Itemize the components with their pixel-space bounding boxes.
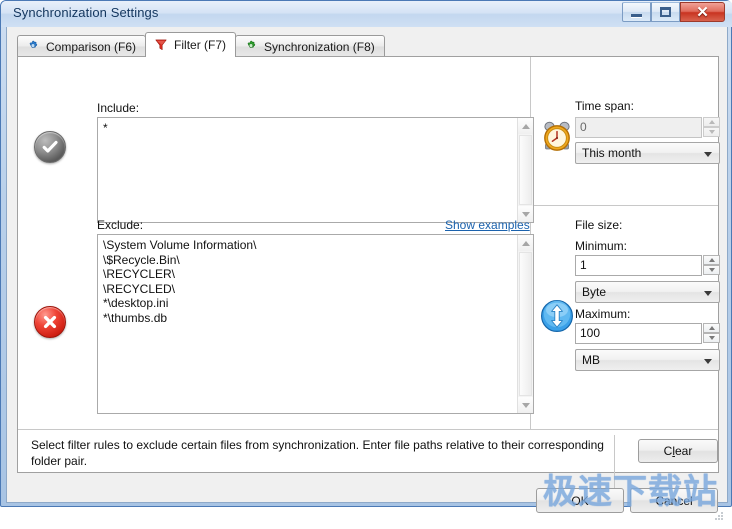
filesize-minimum-spin-up-icon[interactable]	[703, 255, 720, 265]
ok-button[interactable]: OK	[536, 488, 624, 513]
green-gear-icon	[243, 39, 259, 55]
alarm-clock-icon	[540, 119, 574, 153]
include-value: *	[103, 121, 108, 135]
tab-comparison[interactable]: Comparison (F6)	[17, 35, 147, 57]
timespan-label: Time span:	[575, 99, 634, 113]
chevron-down-icon	[704, 291, 712, 296]
timespan-spin-up-icon[interactable]	[703, 117, 720, 127]
exclude-value: \System Volume Information\ \$Recycle.Bi…	[103, 238, 257, 325]
filter-panel: Include: * Exclude: Show examples \Syste…	[17, 56, 720, 495]
timespan-unit-value: This month	[582, 146, 642, 160]
clear-button[interactable]: Cl ear	[638, 439, 718, 463]
dialog-button-bar: OK Cancel	[12, 477, 732, 529]
include-scroll-thumb[interactable]	[519, 135, 532, 205]
filesize-maximum-spin-up-icon[interactable]	[703, 323, 720, 333]
dialog-window: Synchronization Settings ✕ Comparison (F…	[0, 0, 732, 520]
blue-gear-icon	[25, 39, 41, 55]
red-funnel-icon	[153, 37, 169, 53]
include-textarea[interactable]: *	[97, 117, 534, 223]
tab-filter-label: Filter (F7)	[174, 38, 227, 52]
dialog-client-area: Comparison (F6) Filter (F7) Synchronizat…	[6, 27, 728, 520]
tab-synchronization-label: Synchronization (F8)	[264, 39, 375, 54]
title-bar[interactable]: Synchronization Settings ✕	[1, 1, 732, 27]
exclude-label: Exclude:	[97, 218, 144, 232]
tab-synchronization[interactable]: Synchronization (F8)	[235, 35, 385, 57]
chevron-down-icon	[704, 152, 712, 157]
timespan-value[interactable]: 0	[575, 117, 702, 138]
filesize-minimum-spinner-arrows[interactable]	[703, 255, 720, 276]
show-examples-link[interactable]: Show examples	[445, 218, 530, 232]
blue-updown-arrow-icon	[540, 299, 574, 333]
filesize-minimum-unit-value: Byte	[582, 285, 607, 299]
filesize-maximum-spinner-arrows[interactable]	[703, 323, 720, 344]
clear-button-label-prefix: C	[663, 444, 673, 458]
filesize-minimum-spin-down-icon[interactable]	[703, 265, 720, 275]
filesize-minimum-unit-select[interactable]: Byte	[575, 281, 720, 303]
cancel-button[interactable]: Cancel	[630, 488, 718, 513]
ok-button-label: OK	[571, 493, 589, 508]
filesize-maximum-spinner[interactable]: 100	[575, 323, 720, 344]
exclude-textarea[interactable]: \System Volume Information\ \$Recycle.Bi…	[97, 234, 534, 414]
filesize-maximum-unit-select[interactable]: MB	[575, 349, 720, 371]
include-scroll-up-icon[interactable]	[518, 118, 533, 134]
resize-grip[interactable]	[712, 509, 724, 521]
cancel-button-label: Cancel	[655, 493, 693, 508]
maximize-icon	[652, 3, 679, 21]
filter-description: Select filter rules to exclude certain f…	[31, 438, 604, 468]
exclude-scroll-down-icon[interactable]	[518, 397, 533, 413]
timespan-spinner[interactable]: 0	[575, 117, 720, 138]
filesize-label: File size:	[575, 218, 623, 232]
gray-checkmark-icon	[34, 131, 66, 163]
filesize-maximum-unit-value: MB	[582, 353, 600, 367]
filesize-minimum-spinner[interactable]: 1	[575, 255, 720, 276]
window-title: Synchronization Settings	[13, 5, 159, 20]
timespan-spinner-arrows[interactable]	[703, 117, 720, 138]
right-section-divider	[531, 205, 718, 206]
filesize-minimum-value[interactable]: 1	[575, 255, 702, 276]
filesize-minimum-label: Minimum:	[575, 239, 628, 253]
footer-horizontal-divider	[18, 429, 718, 430]
chevron-down-icon	[704, 359, 712, 364]
maximize-button[interactable]	[651, 2, 680, 22]
tab-filter[interactable]: Filter (F7)	[145, 32, 237, 57]
clear-button-label-suffix: ear	[675, 444, 693, 458]
exclude-scrollbar[interactable]	[517, 235, 533, 413]
timespan-unit-select[interactable]: This month	[575, 142, 720, 164]
tab-strip: Comparison (F6) Filter (F7) Synchronizat…	[17, 32, 385, 57]
include-scrollbar[interactable]	[517, 118, 533, 222]
exclude-scroll-thumb[interactable]	[519, 252, 532, 396]
timespan-spin-down-icon[interactable]	[703, 127, 720, 137]
filesize-maximum-value[interactable]: 100	[575, 323, 702, 344]
exclude-scroll-up-icon[interactable]	[518, 235, 533, 251]
tab-comparison-label: Comparison (F6)	[46, 39, 137, 54]
minimize-icon	[623, 3, 650, 21]
minimize-button[interactable]	[622, 2, 651, 22]
filesize-maximum-spin-down-icon[interactable]	[703, 333, 720, 343]
close-icon: ✕	[696, 3, 709, 21]
filesize-maximum-label: Maximum:	[575, 307, 631, 321]
include-label: Include:	[97, 101, 140, 115]
red-cross-icon	[34, 306, 66, 338]
close-button[interactable]: ✕	[680, 2, 725, 22]
